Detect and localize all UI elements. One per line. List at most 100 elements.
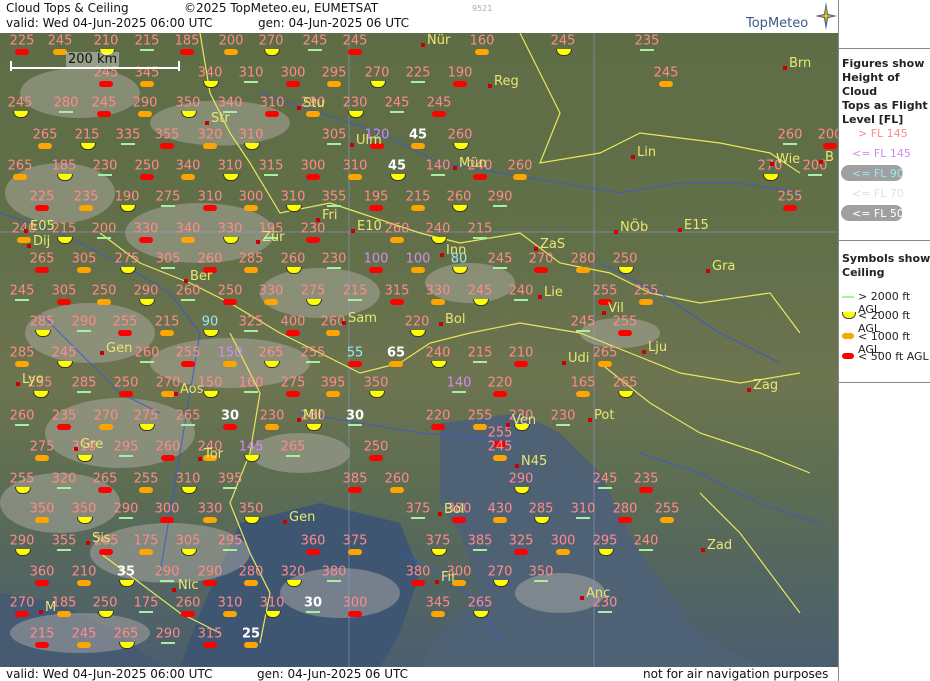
- ceiling-symbol: [411, 267, 425, 273]
- ceiling-symbol: [473, 237, 487, 239]
- cloud-top-label: 270: [528, 251, 554, 267]
- city-dot: [602, 311, 606, 315]
- cloud-top-label: 225: [29, 189, 55, 205]
- cloud-top-label: 245: [426, 95, 452, 111]
- cloud-top-label: 260: [9, 408, 35, 424]
- cloud-top-label: 265: [175, 408, 201, 424]
- city-dot: [515, 464, 519, 468]
- cloud-top-label: 320: [51, 471, 77, 487]
- ceiling-symbol: [223, 424, 237, 430]
- ceiling-symbol: [308, 49, 322, 51]
- cloud-top-label: 285: [528, 501, 554, 517]
- cloud-top-label: 350: [238, 501, 264, 517]
- city-dot: [706, 269, 710, 273]
- ceiling-symbol: [576, 391, 590, 397]
- cloud-top-label: 275: [133, 408, 159, 424]
- ceiling-symbol: [473, 174, 487, 180]
- cloud-top-label: 305: [321, 127, 347, 143]
- cloud-top-label: 270: [258, 33, 284, 49]
- map-title: Cloud Tops & Ceiling: [6, 1, 129, 15]
- city-dot: [86, 541, 90, 545]
- ceiling-legend-title: Symbols show Ceiling: [842, 252, 930, 279]
- cloud-top-label: 250: [363, 439, 389, 455]
- ceiling-symbol: [160, 517, 174, 523]
- cloud-top-label: 280: [238, 564, 264, 580]
- cloud-top-label: 290: [197, 564, 223, 580]
- ceiling-symbol: [618, 517, 632, 523]
- city-label: Wie: [776, 152, 801, 167]
- ceiling-symbol: [35, 642, 49, 648]
- cloud-top-label: 260: [446, 189, 472, 205]
- cloud-top-label: 330: [258, 283, 284, 299]
- cloud-top-label: 30: [303, 595, 323, 611]
- cloud-top-label: 255: [467, 408, 493, 424]
- city-label: Vil: [608, 301, 624, 316]
- cloud-top-label: 305: [51, 283, 77, 299]
- legend-fl-90: <= FL 90: [852, 167, 904, 180]
- cloud-top-label: 265: [592, 345, 618, 361]
- ceiling-symbol: [411, 81, 425, 83]
- cloud-top-label: 245: [384, 95, 410, 111]
- ceiling-symbol: [38, 143, 52, 149]
- city-label: Sis: [92, 531, 111, 546]
- ceiling-symbol: [326, 391, 340, 397]
- city-dot: [198, 457, 202, 461]
- city-dot: [435, 580, 439, 584]
- satellite-map[interactable]: 225 245 210 215 185 200 270 245 245 160 245 235 245 3…: [0, 33, 838, 667]
- ceiling-symbol: [452, 517, 466, 523]
- ceiling-symbol: [119, 517, 133, 519]
- ceiling-symbol: [35, 455, 49, 461]
- cloud-top-label: 315: [384, 283, 410, 299]
- cloud-top-label: 35: [116, 564, 136, 580]
- ceiling-symbol: [121, 143, 135, 145]
- ceiling-symbol: [35, 267, 49, 273]
- ceiling-symbol: [139, 549, 153, 555]
- ceiling-symbol: [140, 81, 154, 87]
- cloud-top-label: 190: [114, 189, 140, 205]
- cloud-top-label: 260: [175, 283, 201, 299]
- city-label: Stu: [303, 96, 325, 111]
- ceiling-symbol: [327, 143, 341, 145]
- cloud-top-label: 310: [238, 127, 264, 143]
- cloud-top-label: 235: [633, 471, 659, 487]
- ceiling-symbol: [15, 611, 29, 617]
- cloud-top-label: 245: [91, 95, 117, 111]
- ceiling-symbol: [514, 361, 528, 367]
- ceiling-symbol: [181, 611, 195, 617]
- ceiling-symbol: [348, 424, 362, 426]
- cloud-top-label: 300: [280, 65, 306, 81]
- cloud-top-label: 265: [467, 595, 493, 611]
- cloud-top-label: 245: [47, 33, 73, 49]
- cloud-top-label: 285: [29, 314, 55, 330]
- copyright: ©2025 TopMeteo.eu, EUMETSAT: [184, 1, 379, 15]
- cloud-top-label: 215: [29, 626, 55, 642]
- ceiling-symbol: [181, 174, 195, 180]
- cloud-top-label: 245: [467, 283, 493, 299]
- cloud-top-label: 430: [487, 501, 513, 517]
- ceiling-symbol: [659, 81, 673, 87]
- cloud-top-label: 350: [528, 564, 554, 580]
- city-dot: [16, 382, 20, 386]
- cloud-top-label: 295: [113, 439, 139, 455]
- ceiling-symbol: [15, 424, 29, 426]
- city-label: Ber: [190, 269, 213, 284]
- cloud-top-label: 260: [280, 251, 306, 267]
- cloud-top-label: 245: [342, 33, 368, 49]
- cloud-top-label: 310: [217, 158, 243, 174]
- ceiling-symbol: [493, 391, 507, 397]
- cloud-top-label: 275: [280, 375, 306, 391]
- city-dot: [24, 229, 28, 233]
- cloud-top-label: 65: [386, 345, 406, 361]
- cloud-top-label: 230: [92, 158, 118, 174]
- cloud-top-label: 240: [633, 533, 659, 549]
- cloud-top-label: 250: [217, 283, 243, 299]
- ceiling-symbol: [181, 237, 195, 243]
- cloud-top-label: 200: [218, 33, 244, 49]
- cloud-top-label: 285: [71, 375, 97, 391]
- cloud-top-label: 360: [300, 533, 326, 549]
- cloud-top-label: 235: [51, 408, 77, 424]
- ceiling-symbol: [97, 299, 111, 305]
- ceiling-symbol: [77, 580, 91, 586]
- cloud-top-label: 355: [154, 127, 180, 143]
- cloud-top-label: 215: [342, 283, 368, 299]
